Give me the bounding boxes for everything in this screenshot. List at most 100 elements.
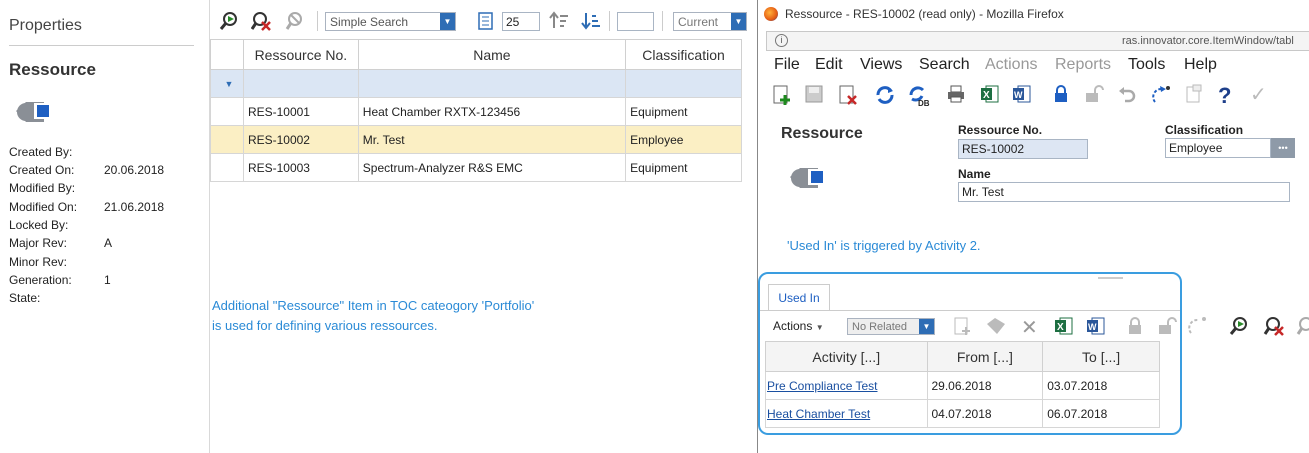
pick-related-icon[interactable] [985,316,1007,341]
column-header-activity[interactable]: Activity [...] [765,341,928,372]
cell-classification[interactable]: Equipment [625,97,742,126]
menu-help[interactable]: Help [1184,56,1217,74]
version-filter-select[interactable]: Current ▼ [673,12,747,31]
delete-relationship-icon[interactable]: ✕ [1021,315,1038,340]
search-mode-select[interactable]: Simple Search ▼ [325,12,456,31]
related-filter-select[interactable]: No Related ▼ [847,318,935,335]
page-size-input[interactable]: 25 [502,12,540,31]
search-criteria-icon[interactable] [1296,315,1309,342]
search-criteria-icon[interactable] [284,10,306,32]
table-row-selected[interactable]: RES-10002 Mr. Test Employee [210,125,742,154]
cell-classification[interactable]: Equipment [625,153,742,182]
toolbar-divider [317,11,318,31]
new-item-icon[interactable] [772,84,792,111]
lock-icon[interactable] [1051,84,1071,109]
menu-edit[interactable]: Edit [815,56,843,74]
cell-ressource-no[interactable]: RES-10003 [242,153,359,182]
table-row[interactable]: RES-10003 Spectrum-Analyzer R&S EMC Equi… [210,153,742,182]
name-field[interactable]: Mr. Test [958,182,1290,202]
modified-on-value: 21.06.2018 [104,200,165,214]
cell-to[interactable]: 03.07.2018 [1042,371,1160,400]
row-selector[interactable] [210,125,244,154]
row-selector[interactable] [210,153,244,182]
cell-activity-link[interactable]: Heat Chamber Test [765,399,928,428]
unlock-icon[interactable] [1156,316,1178,341]
save-icon[interactable] [804,84,824,109]
done-check-icon[interactable]: ✓ [1250,82,1267,107]
version-filter-value: Current [678,14,719,29]
column-header-ressource-no[interactable]: Ressource No. [242,39,359,70]
cell-activity-link[interactable]: Pre Compliance Test [765,371,928,400]
clear-search-icon[interactable] [250,10,272,32]
filter-cell[interactable] [242,69,359,98]
excel-icon[interactable]: X [980,84,1000,109]
filter-cell[interactable] [625,69,742,98]
cell-from[interactable]: 04.07.2018 [926,399,1044,428]
chevron-down-icon: ▼ [919,319,934,334]
cell-ressource-no[interactable]: RES-10002 [242,125,359,154]
column-header-to[interactable]: To [...] [1042,341,1160,372]
delete-icon[interactable] [838,84,858,111]
filter-cell[interactable] [357,69,627,98]
svg-text:W: W [1014,90,1023,100]
generation-label: Generation: [9,273,72,287]
column-header-name[interactable]: Name [357,39,627,70]
filter-arrow-icon[interactable]: ▼ [210,69,244,98]
clear-search-icon[interactable] [1263,315,1285,342]
run-search-icon[interactable] [1228,315,1250,342]
url-bar[interactable]: i ras.innovator.core.ItemWindow/tabl [766,31,1309,51]
undo-icon[interactable] [1117,84,1137,109]
version-icon[interactable] [1184,84,1204,109]
actions-menu[interactable]: Actions ▼ [773,319,824,333]
firefox-icon [764,7,778,21]
ressource-no-field[interactable]: RES-10002 [958,139,1088,159]
cell-to[interactable]: 06.07.2018 [1042,399,1160,428]
info-icon[interactable]: i [775,34,788,47]
unlock-icon[interactable] [1083,84,1105,109]
print-icon[interactable] [946,84,966,109]
cell-from[interactable]: 29.06.2018 [926,371,1044,400]
results-grid: Ressource No. Name Classification ▼ RES-… [210,39,742,182]
relationship-grid: Activity [...] From [...] To [...] Pre C… [765,341,1160,428]
menu-reports[interactable]: Reports [1055,56,1111,74]
divider [9,45,194,46]
run-search-icon[interactable] [218,10,240,32]
column-header-from[interactable]: From [...] [926,341,1044,372]
add-relationship-icon[interactable] [953,316,973,341]
classification-field[interactable]: Employee [1165,138,1271,158]
column-header-classification[interactable]: Classification [625,39,742,70]
row-selector[interactable] [210,97,244,126]
menu-views[interactable]: Views [860,56,902,74]
sort-ascending-icon[interactable] [548,10,570,32]
tab-used-in[interactable]: Used In [768,284,830,310]
excel-icon[interactable]: X [1054,316,1074,341]
table-row[interactable]: Pre Compliance Test 29.06.2018 03.07.201… [765,371,1160,400]
ressource-no-label: Ressource No. [958,123,1043,137]
cell-classification[interactable]: Employee [625,125,742,154]
refresh-db-icon[interactable]: DB [907,84,931,113]
sort-descending-icon[interactable] [580,10,602,32]
lock-icon[interactable] [1125,316,1145,341]
item-form: Ressource Ressource No. RES-10002 Classi… [766,112,1309,272]
filter-row[interactable]: ▼ [210,69,742,98]
menu-search[interactable]: Search [919,56,970,74]
refresh-icon[interactable] [874,84,896,111]
cell-ressource-no[interactable]: RES-10001 [242,97,359,126]
word-icon[interactable]: W [1012,84,1032,109]
word-icon[interactable]: W [1086,316,1106,341]
svg-text:W: W [1088,322,1097,332]
classification-picker-button[interactable]: ••• [1271,138,1295,158]
promote-icon[interactable] [1186,315,1208,342]
used-in-annotation: 'Used In' is triggered by Activity 2. [787,238,981,253]
menu-file[interactable]: File [774,56,800,74]
promote-icon[interactable] [1150,84,1172,111]
table-row[interactable]: Heat Chamber Test 04.07.2018 06.07.2018 [765,399,1160,428]
menu-actions[interactable]: Actions [985,56,1037,74]
help-icon[interactable]: ? [1218,83,1231,109]
cell-name[interactable]: Heat Chamber RXTX-123456 [357,97,627,126]
cell-name[interactable]: Spectrum-Analyzer R&S EMC [357,153,627,182]
page-input[interactable] [617,12,654,31]
table-row[interactable]: RES-10001 Heat Chamber RXTX-123456 Equip… [210,97,742,126]
menu-tools[interactable]: Tools [1128,56,1165,74]
cell-name[interactable]: Mr. Test [357,125,627,154]
